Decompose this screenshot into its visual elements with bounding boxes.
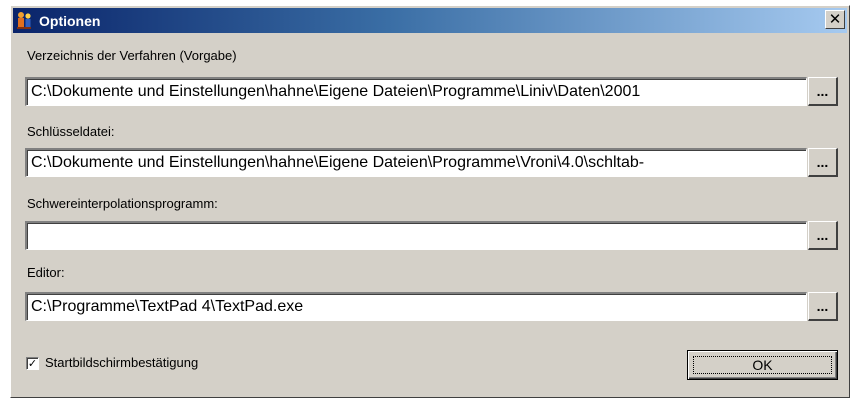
editor-label: Editor:	[27, 265, 65, 280]
key-file-input[interactable]: C:\Dokumente und Einstellungen\hahne\Eig…	[25, 148, 807, 177]
ok-button-label: OK	[752, 357, 773, 373]
editor-browse-button[interactable]: ...	[808, 292, 838, 321]
gravity-program-browse-button[interactable]: ...	[808, 221, 838, 250]
close-button[interactable]: ✕	[825, 10, 845, 29]
title-bar[interactable]: Optionen ✕	[13, 8, 847, 33]
close-icon: ✕	[828, 10, 842, 28]
procedures-dir-input[interactable]: C:\Dokumente und Einstellungen\hahne\Eig…	[25, 77, 807, 106]
procedures-dir-label: Verzeichnis der Verfahren (Vorgabe)	[27, 48, 237, 63]
checkmark-icon: ✓	[27, 357, 38, 370]
key-file-label: Schlüsseldatei:	[27, 124, 115, 139]
window-title: Optionen	[39, 12, 101, 29]
editor-input[interactable]: C:\Programme\TextPad 4\TextPad.exe	[25, 292, 807, 321]
options-dialog: Optionen ✕ Verzeichnis der Verfahren (Vo…	[10, 5, 850, 398]
ok-button[interactable]: OK	[687, 350, 838, 380]
app-people-icon	[17, 11, 31, 29]
gravity-program-input[interactable]	[25, 221, 807, 250]
startup-confirm-checkbox[interactable]: ✓	[26, 357, 39, 370]
key-file-browse-button[interactable]: ...	[808, 148, 838, 177]
startup-confirm-label[interactable]: Startbildschirmbestätigung	[45, 355, 198, 370]
gravity-program-label: Schwereinterpolationsprogramm:	[27, 196, 218, 211]
procedures-dir-browse-button[interactable]: ...	[808, 77, 838, 106]
